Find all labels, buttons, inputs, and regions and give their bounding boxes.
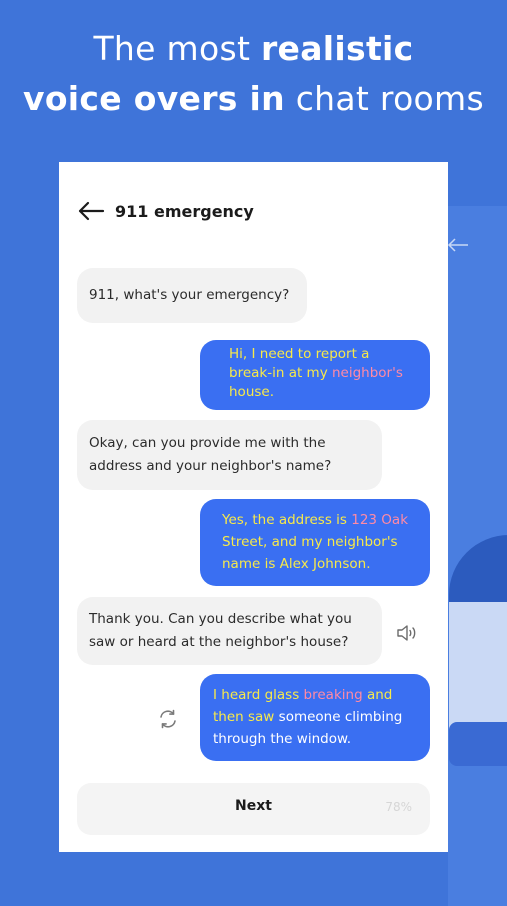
message-text: through the window. [213, 731, 352, 747]
message-text: I heard glass [213, 687, 304, 703]
background-pill [449, 722, 507, 766]
headline-line2-light: chat rooms [284, 79, 484, 118]
message-outgoing: I heard glass breaking and then saw some… [200, 674, 430, 761]
chat-header: 911 emergency [77, 196, 254, 226]
message-incoming: 911, what's your emergency? [77, 268, 307, 323]
message-highlight: breaking [303, 687, 363, 703]
message-text: Okay, can you provide me with the [89, 435, 326, 451]
message-text: and [362, 687, 393, 703]
background-panel [449, 602, 507, 732]
message-text: Yes, the address is [222, 512, 352, 528]
message-text: name is Alex Johnson. [222, 556, 371, 572]
message-text: house. [229, 384, 275, 400]
message-highlight: 123 Oak [351, 512, 409, 528]
message-incoming: Okay, can you provide me with the addres… [77, 420, 382, 490]
message-text: address and your neighbor's name? [89, 458, 332, 474]
message-text: someone climbing [278, 709, 403, 725]
headline-line1-bold: realistic [260, 29, 414, 68]
message-text: saw or heard at the neighbor's house? [89, 634, 349, 650]
message-outgoing: Yes, the address is 123 Oak Street, and … [200, 499, 430, 586]
background-arrow-icon [447, 236, 469, 257]
message-highlight: neighbor's [331, 365, 403, 381]
phone-screen: 911 emergency 911, what's your emergency… [59, 162, 448, 852]
message-outgoing: Hi, I need to report a break-in at my ne… [200, 340, 430, 410]
message-text: Street, and my neighbor's [222, 534, 398, 550]
message-text: then saw [213, 709, 279, 725]
next-button-label: Next [235, 798, 272, 814]
progress-label: 78% [385, 800, 412, 814]
message-text: break-in at my [229, 365, 332, 381]
headline: The most realistic voice overs in chat r… [0, 24, 507, 124]
headline-line2-bold: voice overs in [23, 79, 285, 118]
headline-line1-light: The most [93, 29, 261, 68]
message-text: 911, what's your emergency? [89, 287, 290, 303]
speaker-icon[interactable] [396, 624, 418, 642]
next-button[interactable]: Next 78% [77, 783, 430, 835]
message-incoming: Thank you. Can you describe what you saw… [77, 597, 382, 665]
arrow-left-icon[interactable] [77, 201, 105, 221]
message-text: Thank you. Can you describe what you [89, 611, 352, 627]
refresh-icon[interactable] [157, 708, 179, 730]
message-text: Hi, I need to report a [229, 346, 370, 362]
chat-title: 911 emergency [115, 201, 254, 221]
